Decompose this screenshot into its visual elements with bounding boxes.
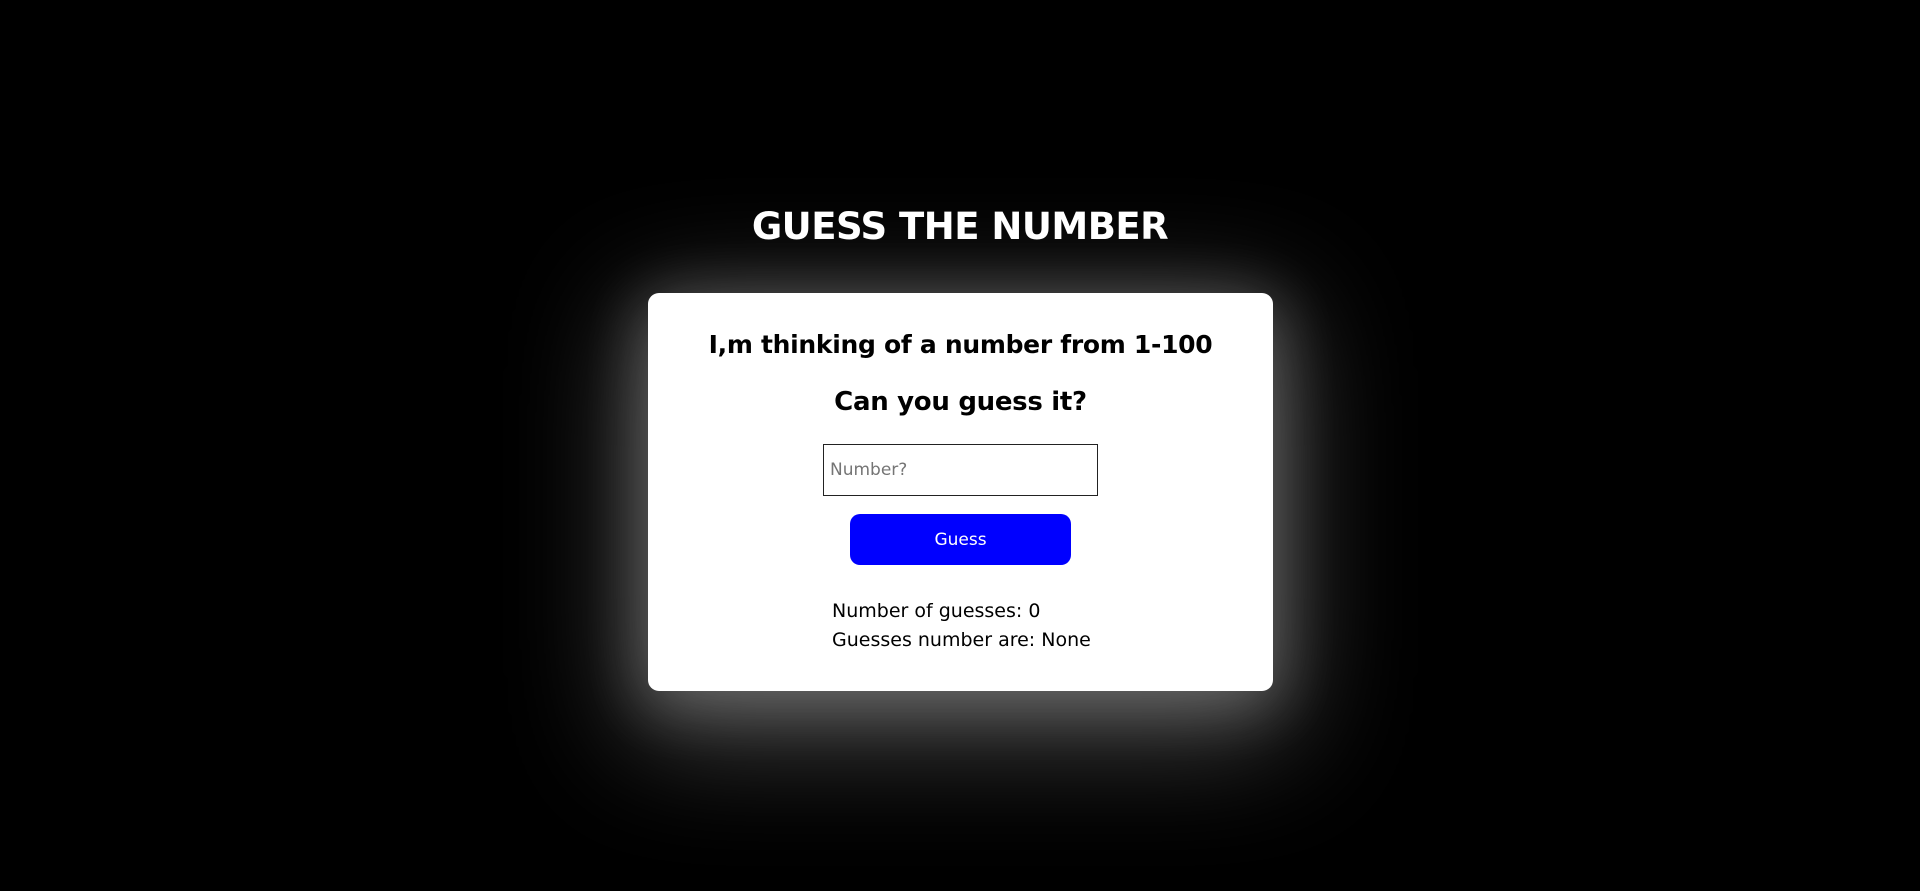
guesses-list-value: None bbox=[1041, 629, 1091, 651]
game-card: I,m thinking of a number from 1-100 Can … bbox=[648, 293, 1273, 691]
stats-panel: Number of guesses: 0 Guesses number are:… bbox=[832, 597, 1091, 655]
guess-count-line: Number of guesses: 0 bbox=[832, 597, 1091, 626]
guess-count-value: 0 bbox=[1028, 600, 1041, 622]
prompt-heading: I,m thinking of a number from 1-100 bbox=[708, 330, 1213, 359]
guess-count-label: Number of guesses: bbox=[832, 600, 1023, 622]
guesses-list-line: Guesses number are: None bbox=[832, 626, 1091, 655]
guess-button[interactable]: Guess bbox=[850, 514, 1071, 565]
page-title: GUESS THE NUMBER bbox=[751, 205, 1169, 248]
number-input[interactable] bbox=[823, 444, 1098, 496]
guesses-list-label: Guesses number are: bbox=[832, 629, 1036, 651]
prompt-subheading: Can you guess it? bbox=[834, 387, 1087, 417]
